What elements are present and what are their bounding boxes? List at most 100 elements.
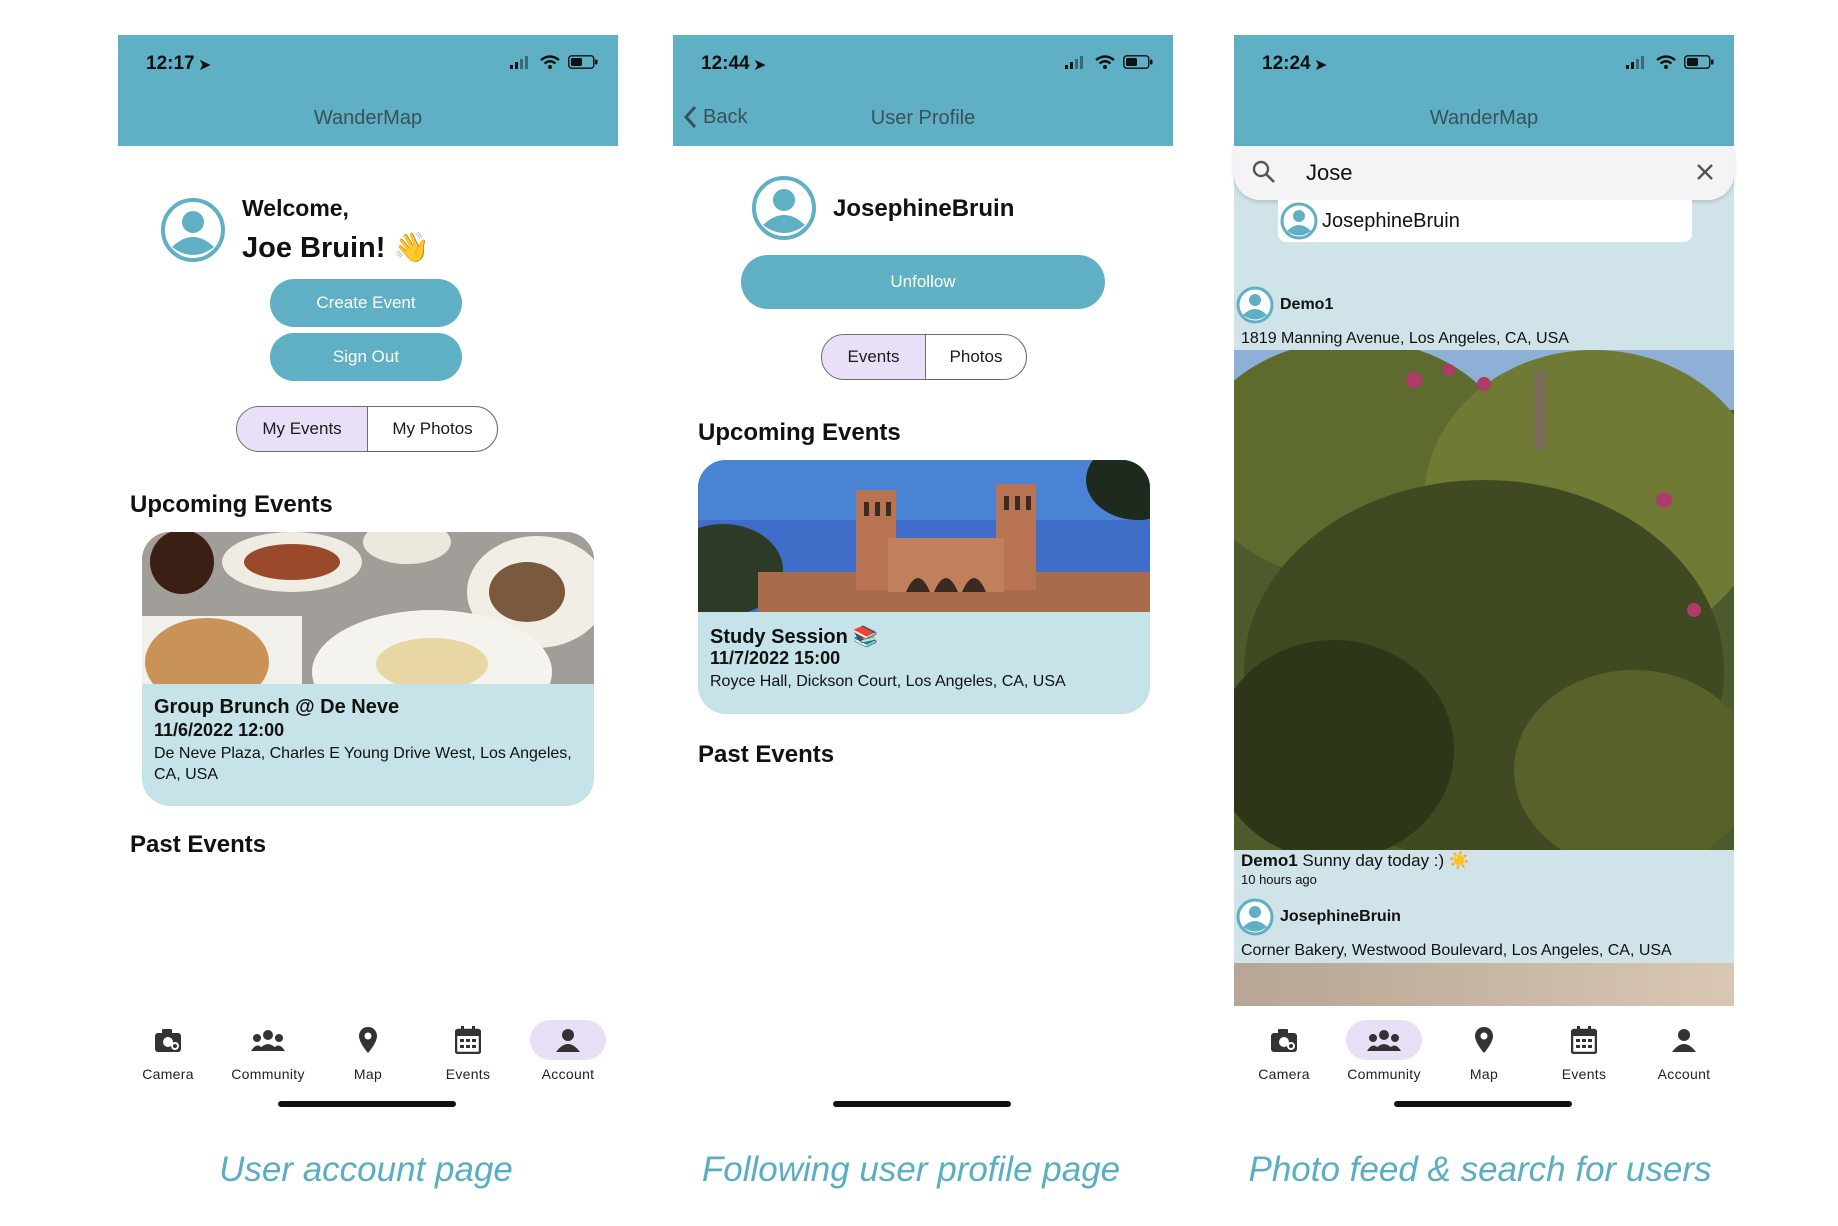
post-photo[interactable] [1234,963,1734,1006]
events-photos-toggle: Events Photos [821,334,1027,380]
app-title: WanderMap [1429,107,1539,129]
avatar-icon [1236,898,1274,936]
event-datetime: 11/7/2022 15:00 [710,648,841,668]
page-title: User Profile [870,107,976,129]
status-time: 12:44 [701,53,750,74]
nav-community[interactable]: Community [218,1020,318,1082]
nav-community-label: Community [231,1066,305,1082]
nav-events[interactable]: Events [418,1020,518,1082]
caption-profile-page: Following user profile page [701,1150,1121,1189]
sign-out-button[interactable]: Sign Out [270,333,462,381]
nav-map-label: Map [1469,1066,1499,1082]
post-location: 1819 Manning Avenue, Los Angeles, CA, US… [1241,330,1569,347]
nav-account[interactable]: Account [518,1020,618,1082]
status-time: 12:24 [1262,53,1311,74]
unfollow-button[interactable]: Unfollow [741,255,1105,309]
calendar-icon [455,1026,481,1054]
caption-feed-page: Photo feed & search for users [1248,1150,1712,1189]
close-icon[interactable] [1696,163,1714,181]
avatar-icon [752,176,816,240]
signal-icon [1065,56,1083,69]
avatar-icon [161,198,225,262]
nav-map[interactable]: Map [1434,1020,1534,1082]
top-bar: 12:44 ➤ Back User Profile [673,35,1173,146]
post-header[interactable]: JosephineBruin [1236,898,1401,936]
wifi-icon [540,55,560,69]
post-location: Corner Bakery, Westwood Boulevard, Los A… [1241,942,1672,959]
nav-events-label: Events [445,1066,491,1082]
battery-icon [1684,55,1714,69]
search-suggestion[interactable]: JosephineBruin [1278,200,1692,242]
nav-community-label: Community [1347,1066,1421,1082]
upcoming-events-heading: Upcoming Events [698,419,901,446]
home-indicator [1394,1101,1572,1107]
top-bar: 12:24 ➤ WanderMap [1234,35,1734,146]
events-photos-toggle: My Events My Photos [236,406,498,452]
nav-account-label: Account [1657,1066,1711,1082]
map-pin-icon [1475,1027,1493,1053]
status-icons [510,55,598,69]
event-location: Royce Hall, Dickson Court, Los Angeles, … [710,673,1066,690]
upcoming-events-heading: Upcoming Events [130,491,333,518]
suggestion-username: JosephineBruin [1322,209,1460,232]
search-input[interactable]: Jose [1306,160,1352,186]
post-caption: Demo1 Sunny day today :) ☀️ [1241,851,1470,871]
nav-camera[interactable]: Camera [118,1020,218,1082]
wifi-icon [1656,55,1676,69]
avatar-icon [1236,286,1274,324]
signal-icon [1626,56,1644,69]
tab-photos[interactable]: Photos [926,335,1026,379]
status-icons [1626,55,1714,69]
nav-camera-label: Camera [142,1066,194,1082]
tab-my-photos[interactable]: My Photos [368,407,497,451]
photo-feed[interactable]: Demo1 1819 Manning Avenue, Los Angeles, … [1234,146,1734,1006]
caption-account-page: User account page [219,1150,513,1189]
location-arrow-icon: ➤ [753,57,767,74]
nav-account[interactable]: Account [1634,1020,1734,1082]
profile-screen: 12:44 ➤ Back User Profile JosephineBruin… [673,35,1173,1115]
nav-camera[interactable]: Camera [1234,1020,1334,1082]
nav-events-label: Events [1561,1066,1607,1082]
status-icons [1065,55,1153,69]
past-events-heading: Past Events [698,741,835,768]
camera-icon [1271,1029,1297,1052]
battery-icon [568,55,598,69]
past-events-heading: Past Events [130,831,267,858]
nav-account-label: Account [541,1066,595,1082]
post-header[interactable]: Demo1 [1236,286,1333,324]
camera-icon [155,1029,181,1052]
create-event-button[interactable]: Create Event [270,279,462,327]
nav-events[interactable]: Events [1534,1020,1634,1082]
event-title: Group Brunch @ De Neve [154,696,400,718]
event-card[interactable]: Study Session 📚 11/7/2022 15:00 Royce Ha… [698,460,1150,714]
search-bar[interactable]: Jose [1234,146,1734,200]
wifi-icon [1095,55,1115,69]
nav-map-label: Map [353,1066,383,1082]
bottom-nav: Camera Community Map Events Account [118,1020,618,1090]
location-arrow-icon: ➤ [198,57,212,74]
user-name: Joe Bruin! 👋 [242,232,430,264]
welcome-text: Welcome, [242,195,349,221]
profile-username: JosephineBruin [833,195,1015,222]
tab-my-events[interactable]: My Events [237,407,368,451]
post-username: JosephineBruin [1280,908,1401,925]
event-title: Study Session 📚 [710,626,879,648]
signal-icon [510,56,528,69]
feed-screen: 12:24 ➤ WanderMap Demo1 1819 Manning Ave… [1234,35,1734,1115]
search-icon [1252,160,1275,183]
event-datetime: 11/6/2022 12:00 [154,720,285,740]
bottom-nav: Camera Community Map Events Account [1234,1020,1734,1090]
tab-events[interactable]: Events [822,335,926,379]
event-card[interactable]: Group Brunch @ De Neve 11/6/2022 12:00 D… [142,532,594,806]
post-photo[interactable] [1234,350,1734,850]
location-arrow-icon: ➤ [1314,57,1328,74]
event-location: De Neve Plaza, Charles E Young Drive Wes… [154,745,572,783]
nav-map[interactable]: Map [318,1020,418,1082]
account-icon [556,1029,580,1052]
event-photo [698,460,1150,612]
caption-text: Sunny day today :) ☀️ [1302,851,1471,870]
top-bar: 12:17 ➤ WanderMap [118,35,618,146]
nav-community[interactable]: Community [1334,1020,1434,1082]
calendar-icon [1571,1026,1597,1054]
community-icon [1367,1030,1401,1051]
